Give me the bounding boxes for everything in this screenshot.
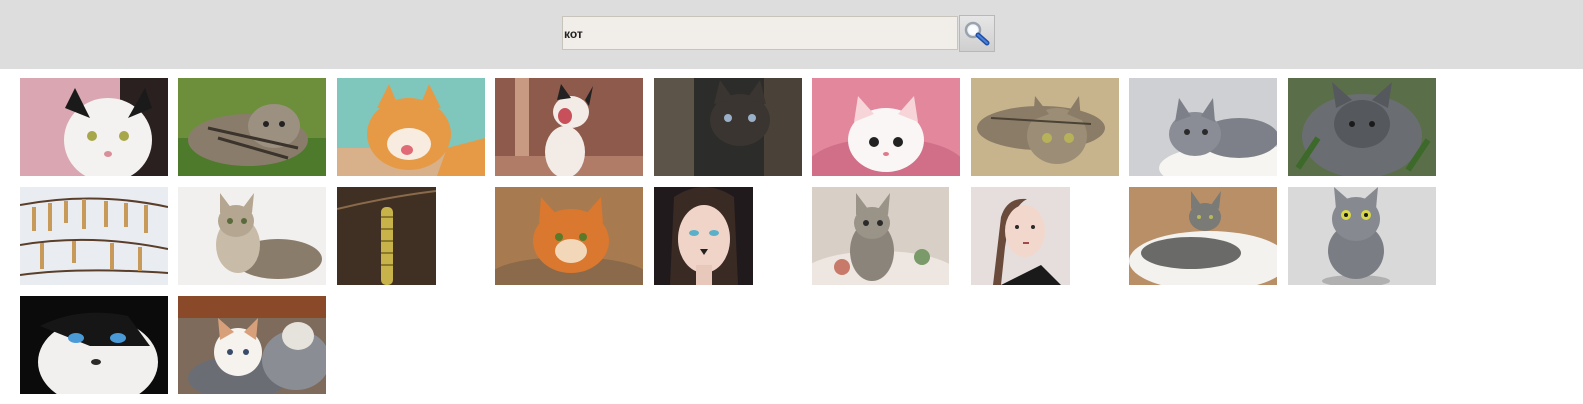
image-result-tabby-kitten-white[interactable]: [178, 187, 326, 285]
image-result-cat-yawning[interactable]: [495, 78, 643, 176]
image-result-black-white-cat-dark[interactable]: [20, 296, 168, 394]
image-result-kitten-grass[interactable]: [178, 78, 326, 176]
search-header: [0, 0, 1583, 69]
image-result-woman-cat-makeup[interactable]: [654, 187, 753, 285]
image-result-catkins-branch[interactable]: [20, 187, 168, 285]
search-input[interactable]: [562, 16, 958, 50]
search-button[interactable]: [959, 15, 995, 52]
image-result-grey-cat-portrait[interactable]: [1288, 187, 1436, 285]
image-result-tabby-lying[interactable]: [971, 78, 1119, 176]
image-result-kitten-pink-blanket[interactable]: [812, 78, 960, 176]
image-result-orange-cat-licking[interactable]: [337, 78, 485, 176]
image-result-tabby-in-wood[interactable]: [654, 78, 802, 176]
image-result-grey-kitten[interactable]: [1129, 78, 1277, 176]
image-result-ginger-cat-basket[interactable]: [495, 187, 643, 285]
image-result-catkin-dark[interactable]: [337, 187, 436, 285]
image-result-cat-white-black[interactable]: [20, 78, 168, 176]
image-result-woman-ponytail[interactable]: [971, 187, 1070, 285]
image-result-kittens-in-shoes[interactable]: [178, 296, 326, 394]
image-result-grey-longhair-cat[interactable]: [1288, 78, 1436, 176]
image-result-tabby-on-rug[interactable]: [1129, 187, 1277, 285]
image-result-tabby-kitten-bed[interactable]: [812, 187, 949, 285]
